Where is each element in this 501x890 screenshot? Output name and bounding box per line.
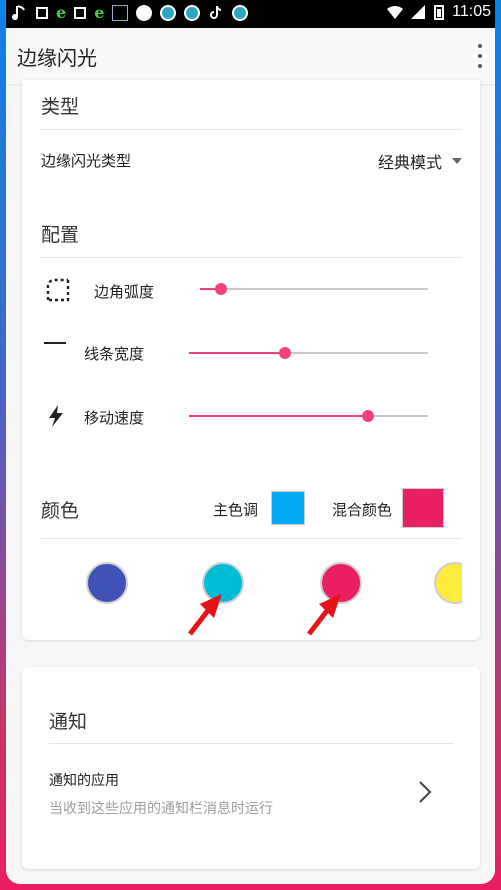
corner-radius-slider[interactable] [200,283,428,295]
notification-apps-title: 通知的应用 [49,773,119,789]
browser-icon: e [56,3,67,22]
divider [41,538,462,539]
notification-icon [74,6,87,19]
slider-label: 边角弧度 [94,283,155,301]
slider-thumb[interactable] [278,347,291,359]
app-icon [112,4,129,21]
tiktok-icon [208,5,224,21]
line-width-icon [44,342,66,344]
edge-flash-type-label: 边缘闪光类型 [41,152,132,170]
app-icon [136,4,153,21]
annotation-arrow-icon [307,594,341,636]
primary-color-label: 主色调 [213,501,259,519]
line-width-slider[interactable] [189,347,428,359]
notification-icon [36,6,48,19]
wifi-icon [386,4,404,20]
settings-card: 类型 边缘闪光类型 经典模式 配置 边角弧度 线条宽度 移动速度 颜色 主色调 … [22,80,480,640]
browser-icon: e [94,3,105,22]
page-title: 边缘闪光 [17,46,97,70]
dropdown-value: 经典模式 [377,153,442,172]
divider [41,129,462,130]
annotation-arrow-icon [188,594,222,636]
section-title-config: 配置 [41,224,80,246]
section-title-color: 颜色 [41,500,80,522]
mix-color-swatch[interactable] [402,488,444,528]
more-options-icon[interactable] [477,44,483,68]
slider-fill [189,352,285,354]
color-palette [22,550,462,610]
app-icon [160,4,177,21]
slider-thumb[interactable] [214,283,227,295]
lightning-icon [48,405,64,427]
app-icon [184,4,201,21]
slider-label: 线条宽度 [84,345,145,363]
signal-icon [410,4,426,20]
app-icon [232,4,249,21]
notification-card: 通知 通知的应用 当收到这些应用的通知栏消息时运行 [22,667,480,869]
slider-label: 移动速度 [84,409,145,427]
chevron-right-icon [419,781,432,803]
color-option-yellow[interactable] [434,562,462,604]
section-title-type: 类型 [41,96,80,118]
app-bar: 边缘闪光 [6,28,495,84]
corner-radius-icon [46,278,70,302]
notification-apps-item[interactable]: 通知的应用 当收到这些应用的通知栏消息时运行 [22,744,480,824]
battery-icon [434,4,445,20]
screen: e e 11:05 边缘闪光 类型 边缘闪光类型 经典模式 配置 边角弧度 线条… [6,0,495,884]
slider-fill [189,415,369,417]
speed-slider[interactable] [189,410,428,422]
status-bar: e e 11:05 [6,0,495,28]
music-icon [12,4,28,21]
status-time: 11:05 [452,3,491,20]
caret-down-icon [452,158,462,164]
mix-color-label: 混合颜色 [332,501,393,519]
section-title-notify: 通知 [49,711,88,733]
edge-flash-type-dropdown[interactable]: 经典模式 [378,149,462,173]
notification-apps-subtitle: 当收到这些应用的通知栏消息时运行 [49,801,273,817]
color-option-indigo[interactable] [86,562,128,604]
primary-color-swatch[interactable] [271,491,305,525]
slider-thumb[interactable] [362,410,375,422]
divider [41,257,462,258]
